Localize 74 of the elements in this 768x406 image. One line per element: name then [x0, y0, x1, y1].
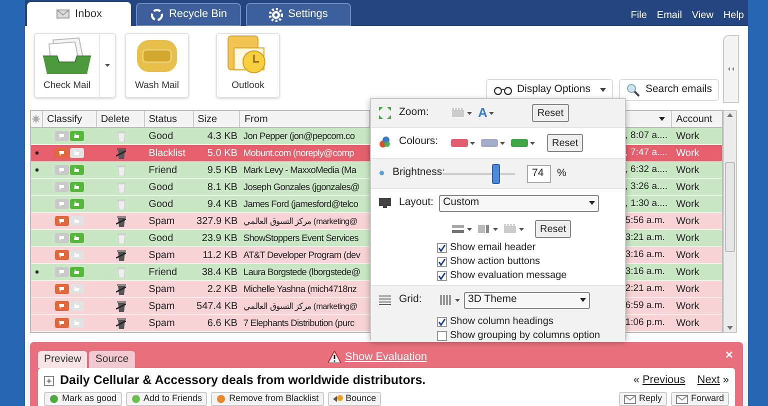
date-text: , 7:47 a.... — [625, 147, 668, 158]
account-text: Work — [676, 232, 700, 244]
size-text: 5.0 KB — [207, 148, 238, 158]
field-label: Grid: — [399, 292, 422, 308]
sender-text: 7 Elephants Distribution (purc — [243, 318, 354, 328]
status-text: Good — [148, 232, 174, 244]
sender-text: مركز التسوق العالمي (marketing@ — [244, 302, 358, 310]
status-text: Spam — [148, 216, 175, 226]
field-label: Colours: — [399, 134, 438, 150]
status-text: Good — [148, 130, 174, 142]
date-text: 3:21 a.m. — [625, 232, 665, 244]
account-text: Work — [676, 182, 700, 192]
date-text: , 3:26 a.... — [625, 181, 668, 192]
date-text: 3:16 a.m. — [625, 249, 665, 260]
unit-text: % — [557, 166, 566, 181]
checkbox-label: Show column headings — [450, 315, 554, 329]
sender-text: Jon Pepper (jon@pepcom.co — [243, 130, 355, 140]
account-text: Work — [676, 148, 700, 158]
date-text: 2:21 a.m. — [625, 283, 665, 294]
size-text: 9.5 KB — [207, 164, 238, 176]
size-text: 547.4 KB — [196, 300, 238, 312]
status-text: Spam — [148, 250, 175, 260]
date-text: 5:56 a.m. — [625, 215, 665, 226]
account-text: Work — [676, 266, 700, 278]
date-text: , 1:30 a.... — [625, 198, 668, 210]
account-text: Work — [676, 198, 700, 210]
status-text: Good — [148, 198, 174, 210]
status-text: Blacklist — [148, 148, 186, 158]
sender-text: Michelle Yashna (mich4718nz — [243, 284, 357, 294]
sender-text: ShowStoppers Event Services — [243, 232, 358, 242]
checkbox-label: Show email header — [450, 241, 536, 255]
account-text: Work — [676, 130, 700, 142]
status-text: Friend — [148, 164, 178, 176]
date-text: 3:16 a.m. — [625, 266, 665, 278]
account-text: Work — [676, 284, 700, 294]
arrow-text: » — [722, 373, 729, 388]
size-text: 11.2 KB — [202, 250, 238, 260]
account-text: Work — [676, 216, 700, 226]
arrow-text: « — [633, 373, 640, 388]
sender-text: Laura Borgstede (lborgstede@ — [243, 266, 360, 276]
date-text: 6:59 a.m. — [625, 300, 665, 312]
checkbox-label: Show action buttons — [450, 255, 540, 269]
size-text: 9.4 KB — [207, 198, 238, 210]
field-label: Layout: — [399, 195, 434, 210]
checkbox-label: Show grouping by columns option — [450, 329, 600, 343]
sender-text: مركز التسوق العالمي (marketing@ — [244, 216, 358, 226]
size-text: 327.9 KB — [196, 216, 238, 226]
date-text: 1:06 p.m. — [625, 317, 665, 328]
size-text: 38.4 KB — [202, 266, 238, 278]
sender-text: James Ford (jamesford@telco — [243, 198, 358, 208]
account-text: Work — [676, 164, 700, 176]
status-text: Good — [148, 182, 174, 192]
status-text: Friend — [148, 266, 178, 278]
sender-text: Mark Levy - MaxxoMedia (Ma — [243, 164, 356, 174]
account-text: Work — [676, 300, 700, 312]
sender-text: Mobunt.com (noreply@comp — [243, 148, 354, 158]
size-text: 8.1 KB — [207, 182, 238, 192]
status-text: Spam — [148, 318, 175, 328]
message-subject: Daily Cellular & Accessory deals from worldwide distributors. — [60, 372, 426, 390]
checkbox-label: Show evaluation message — [450, 269, 567, 283]
account-text: Work — [676, 250, 700, 260]
size-text: 2.2 KB — [207, 284, 238, 294]
date-text: , 8:07 a.... — [625, 130, 668, 142]
size-text: 6.6 KB — [207, 318, 238, 328]
field-label: Brightness: — [392, 165, 445, 180]
account-text: Work — [676, 318, 700, 328]
date-text: , 6:32 a.... — [625, 164, 668, 176]
size-text: 23.9 KB — [202, 232, 238, 244]
field-label: Zoom: — [399, 105, 429, 120]
sender-text: AT&T Developer Program (dev — [243, 250, 360, 260]
size-text: 4.3 KB — [207, 130, 238, 142]
sender-text: Joseph Gonzales (jgonzales@ — [243, 182, 360, 192]
status-text: Spam — [148, 300, 175, 312]
status-text: Spam — [148, 284, 175, 294]
